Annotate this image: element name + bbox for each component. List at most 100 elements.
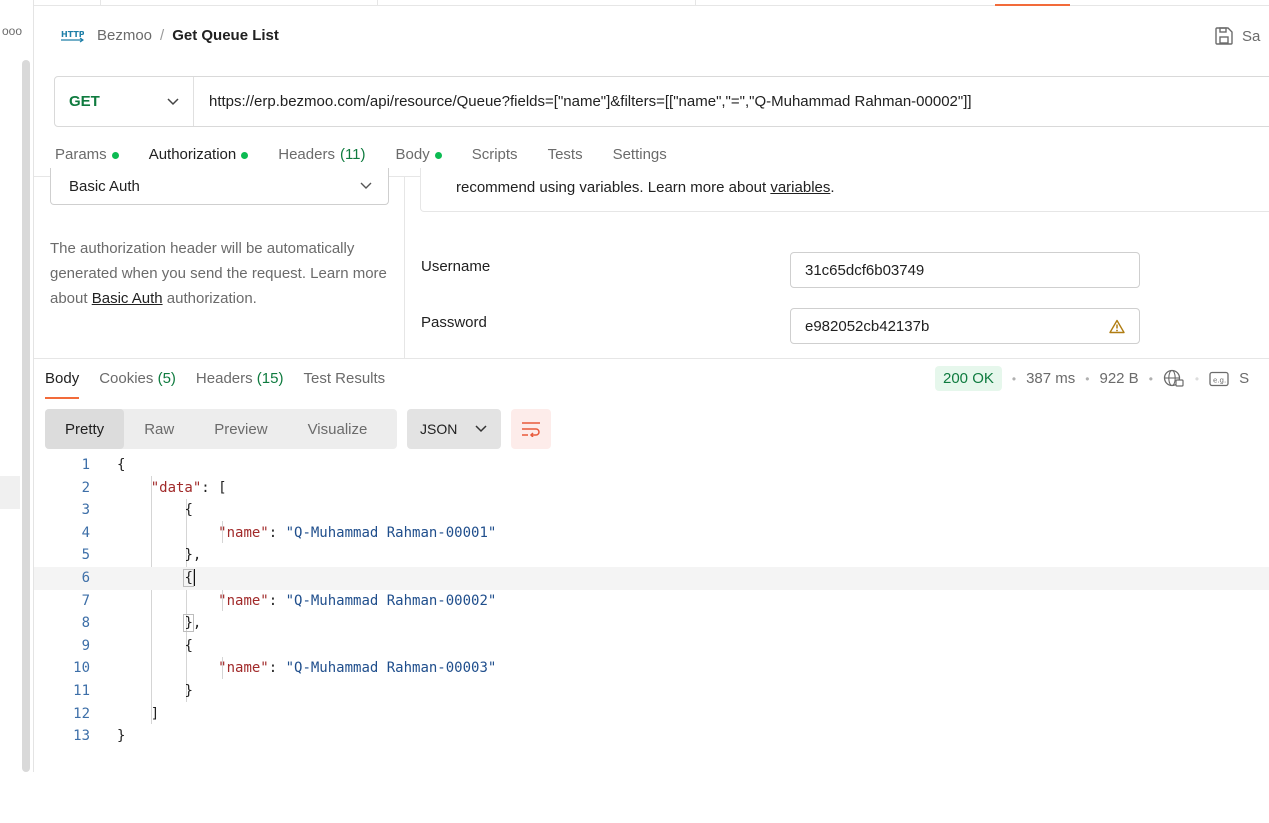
line-number: 5 <box>81 547 90 564</box>
view-mode-group: Pretty Raw Preview Visualize <box>45 409 397 449</box>
response-time[interactable]: 387 ms <box>1026 370 1075 387</box>
more-horizontal-icon[interactable]: ooo <box>2 24 22 38</box>
save-example-label[interactable]: S <box>1239 370 1249 387</box>
json-brace: { <box>184 502 193 519</box>
request-title[interactable]: Get Queue List <box>172 27 279 44</box>
tab-label: Scripts <box>471 146 518 163</box>
response-tabs: Body Cookies (5) Headers (15) Test Resul… <box>45 370 405 399</box>
tab-divider <box>695 0 696 5</box>
response-body-editor[interactable]: 1{ 2 "data": [ 3 { 4 "name": "Q-Muhammad… <box>34 454 1269 748</box>
save-example-icon[interactable]: e.g. <box>1209 371 1229 387</box>
format-select[interactable]: JSON <box>407 409 501 449</box>
line-number: 8 <box>81 615 90 632</box>
breadcrumb: Bezmoo / Get Queue List <box>97 27 279 44</box>
line-number: 13 <box>73 728 90 745</box>
tab-test-results[interactable]: Test Results <box>303 370 385 399</box>
tab-label: Body <box>395 146 430 163</box>
meta-separator: • <box>1085 371 1090 386</box>
tab-label: Tests <box>547 146 583 163</box>
json-brace: } <box>184 547 193 564</box>
wrap-lines-button[interactable] <box>511 409 551 449</box>
json-punct: : <box>268 524 286 541</box>
tab-label: Headers <box>195 370 253 387</box>
url-input[interactable]: https://erp.bezmoo.com/api/resource/Queu… <box>194 93 972 110</box>
sidebar-scrollbar[interactable] <box>22 60 30 772</box>
save-button[interactable]: Sa <box>1214 26 1260 46</box>
tab-label: Params <box>55 146 107 163</box>
auth-type-select[interactable]: Basic Auth <box>50 168 389 205</box>
view-pretty-button[interactable]: Pretty <box>45 409 125 449</box>
tab-response-headers[interactable]: Headers (15) <box>196 370 284 399</box>
warning-icon[interactable] <box>1109 319 1125 334</box>
json-brace: { <box>117 457 126 473</box>
json-key: "name" <box>218 524 269 541</box>
code-line: 12 ] <box>34 703 1269 726</box>
info-text: recommend using variables. Learn more ab… <box>456 179 771 196</box>
variables-link[interactable]: variables <box>770 179 830 196</box>
json-punct: : <box>268 660 286 677</box>
code-line: 11 } <box>34 680 1269 703</box>
code-line: 13} <box>34 725 1269 748</box>
tab-indicator-dot <box>434 152 442 159</box>
http-request-icon: HTTP <box>60 26 85 46</box>
username-field[interactable]: 31c65dcf6b03749 <box>790 252 1140 288</box>
view-visualize-button[interactable]: Visualize <box>288 409 388 449</box>
json-brace: } <box>117 728 126 745</box>
format-value: JSON <box>420 421 458 437</box>
json-brace-matched: { <box>183 568 194 587</box>
view-preview-button[interactable]: Preview <box>194 409 287 449</box>
line-number: 3 <box>81 502 90 519</box>
status-badge[interactable]: 200 OK <box>935 366 1002 391</box>
tab-response-body[interactable]: Body <box>45 370 80 399</box>
basic-auth-link[interactable]: Basic Auth <box>92 290 163 307</box>
line-number: 10 <box>73 660 90 677</box>
method-select[interactable]: GET <box>55 77 194 126</box>
json-brace: } <box>184 682 193 699</box>
line-number: 12 <box>73 705 90 722</box>
code-line: 9 { <box>34 635 1269 658</box>
code-line: 4 "name": "Q-Muhammad Rahman-00001" <box>34 522 1269 545</box>
json-key: "name" <box>218 592 269 609</box>
json-brace-matched: } <box>183 614 194 633</box>
json-punct: ] <box>150 705 160 722</box>
network-globe-icon[interactable] <box>1163 369 1185 389</box>
breadcrumb-collection[interactable]: Bezmoo <box>97 27 152 44</box>
code-line-current: 6 { <box>34 566 1269 590</box>
tab-label: Authorization <box>148 146 237 163</box>
json-brace: { <box>184 637 193 654</box>
password-label: Password <box>421 314 487 331</box>
json-key: "data" <box>150 479 202 496</box>
chevron-down-icon <box>360 182 372 189</box>
line-number: 1 <box>81 457 90 473</box>
line-number: 4 <box>81 524 90 541</box>
url-bar: GET https://erp.bezmoo.com/api/resource/… <box>54 76 1269 127</box>
save-icon <box>1215 27 1233 45</box>
auth-type-value: Basic Auth <box>69 177 140 195</box>
username-value: 31c65dcf6b03749 <box>805 261 925 279</box>
tab-indicator-dot <box>111 152 119 159</box>
tab-count: (5) <box>157 370 176 387</box>
response-size[interactable]: 922 B <box>1099 370 1138 387</box>
sidebar-selected-item[interactable] <box>0 476 20 509</box>
json-string: "Q-Muhammad Rahman-00002" <box>285 592 497 609</box>
tab-indicator-dot <box>241 152 249 159</box>
code-line: 8 }, <box>34 612 1269 635</box>
breadcrumb-separator: / <box>160 27 165 44</box>
auth-description-text: authorization. <box>162 290 257 307</box>
password-field[interactable]: e982052cb42137b <box>790 308 1140 344</box>
tab-count: (15) <box>256 370 284 387</box>
json-key: "name" <box>218 660 269 677</box>
code-line: 7 "name": "Q-Muhammad Rahman-00002" <box>34 590 1269 613</box>
tab-label: Headers <box>278 146 335 163</box>
username-label: Username <box>421 258 491 275</box>
json-string: "Q-Muhammad Rahman-00003" <box>285 660 497 677</box>
save-label: Sa <box>1242 27 1261 45</box>
tab-response-cookies[interactable]: Cookies (5) <box>99 370 176 399</box>
view-raw-button[interactable]: Raw <box>124 409 194 449</box>
code-line: 1{ <box>34 454 1269 477</box>
response-divider <box>34 358 1269 359</box>
json-punct: , <box>192 547 202 564</box>
active-tab-indicator <box>995 4 1070 6</box>
json-punct: : [ <box>201 479 227 496</box>
chevron-down-icon <box>475 425 487 433</box>
